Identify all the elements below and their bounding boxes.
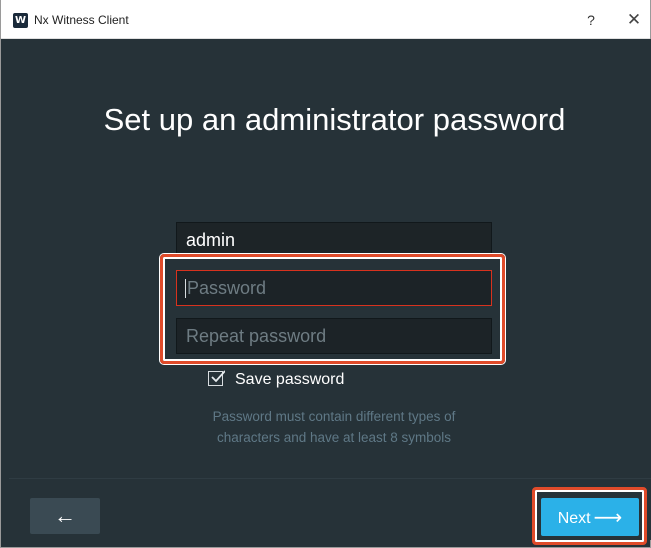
close-button[interactable]: ✕ — [621, 9, 647, 31]
password-hint: Password must contain different types of… — [151, 406, 517, 448]
app-logo-icon: W — [13, 13, 28, 28]
login-field[interactable]: admin — [176, 222, 492, 258]
window-title: Nx Witness Client — [34, 13, 129, 27]
back-arrow-icon: ← — [54, 503, 76, 528]
login-value: admin — [186, 230, 236, 250]
title-bar: W Nx Witness Client ? ✕ — [1, 0, 650, 39]
back-button[interactable]: ← — [30, 498, 100, 534]
hint-line-2: characters and have at least 8 symbols — [216, 430, 452, 445]
hint-line-1: Password must contain different types of — [212, 409, 456, 424]
checkmark-icon — [211, 370, 225, 383]
footer-divider — [9, 478, 651, 479]
app-window: W Nx Witness Client ? ✕ Set up an admini… — [0, 0, 651, 548]
save-password-label: Save password — [235, 371, 345, 388]
page-title: Set up an administrator password — [103, 102, 566, 137]
help-button[interactable]: ? — [579, 9, 603, 31]
next-button-highlight — [532, 487, 647, 545]
password-fields-highlight — [160, 254, 505, 364]
save-password-checkbox[interactable] — [208, 370, 225, 386]
